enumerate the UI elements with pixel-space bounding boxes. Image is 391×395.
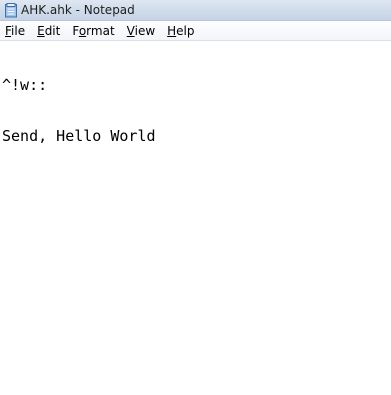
editor-line-send: Send, Hello World (2, 127, 156, 145)
menu-format[interactable]: Format (66, 22, 120, 40)
title-bar[interactable]: AHK.ahk - Notepad (0, 0, 391, 21)
notepad-icon[interactable] (4, 3, 18, 18)
menu-help[interactable]: Help (161, 22, 200, 40)
notepad-window: AHK.ahk - Notepad File Edit Format View … (0, 0, 391, 395)
menu-file[interactable]: File (0, 22, 31, 40)
window-title: AHK.ahk - Notepad (21, 3, 135, 17)
menu-bar: File Edit Format View Help (0, 21, 391, 41)
menu-edit[interactable]: Edit (31, 22, 66, 40)
editor-line-hotkey: ^!w:: (2, 76, 48, 94)
text-editor[interactable]: ^!w:: Send, Hello World (0, 41, 391, 395)
menu-view[interactable]: View (121, 22, 161, 40)
